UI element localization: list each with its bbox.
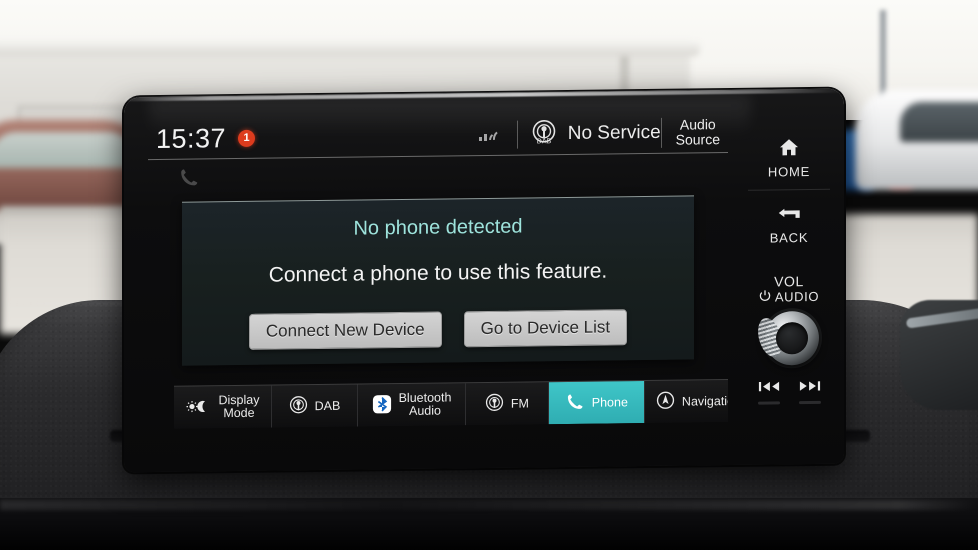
nav-display-mode-label: Display Mode bbox=[218, 392, 260, 421]
home-button[interactable]: HOME bbox=[748, 136, 830, 191]
back-button[interactable]: BACK bbox=[748, 205, 830, 256]
svg-text:DAB: DAB bbox=[537, 138, 552, 145]
physical-button-panel: HOME BACK VOL AUDIO bbox=[748, 105, 830, 450]
dialog-subtitle: Connect a phone to use this feature. bbox=[268, 259, 608, 287]
home-icon bbox=[778, 139, 800, 161]
clock: 15:37 bbox=[156, 122, 227, 154]
building-roof bbox=[0, 40, 700, 56]
track-skip-buttons bbox=[748, 379, 830, 397]
home-button-label: HOME bbox=[767, 164, 811, 180]
bottom-source-bar: Display Mode DAB Bluetooth Audio FM Phon… bbox=[174, 378, 728, 429]
dab-radio-icon: DAB bbox=[532, 119, 556, 150]
dialog-title: No phone detected bbox=[353, 215, 523, 240]
nav-phone[interactable]: Phone bbox=[548, 381, 645, 425]
dialog-actions: Connect New Device Go to Device List bbox=[182, 308, 694, 350]
white-car-windows bbox=[900, 102, 978, 142]
radio-broadcast-icon bbox=[485, 393, 504, 415]
audio-source-label-line2: Source bbox=[675, 131, 720, 148]
connect-new-device-button[interactable]: Connect New Device bbox=[248, 311, 442, 350]
previous-track-button[interactable] bbox=[758, 379, 780, 396]
nav-phone-label: Phone bbox=[591, 394, 628, 410]
nav-navigation-label: Navigation bbox=[681, 393, 728, 409]
no-phone-dialog: No phone detected Connect a phone to use… bbox=[182, 195, 694, 366]
navigation-compass-icon bbox=[656, 391, 675, 413]
volume-label: VOL bbox=[774, 273, 804, 290]
button-slots bbox=[748, 400, 830, 405]
red-car-windows bbox=[0, 132, 140, 168]
photo-of-car-infotainment-screen: 15:37 1 DAB No Service Audio Source No p… bbox=[0, 0, 978, 550]
audio-label: AUDIO bbox=[774, 288, 820, 305]
display-screen: 15:37 1 DAB No Service Audio Source No p… bbox=[148, 102, 728, 429]
service-status-text: No Service bbox=[567, 121, 661, 144]
nav-fm[interactable]: FM bbox=[466, 382, 549, 426]
phone-handset-icon bbox=[565, 391, 585, 414]
nav-navigation[interactable]: Navigation bbox=[645, 380, 728, 423]
knob-center bbox=[776, 322, 808, 355]
infotainment-head-unit: 15:37 1 DAB No Service Audio Source No p… bbox=[124, 88, 844, 473]
volume-knob[interactable] bbox=[753, 310, 819, 366]
nav-fm-label: FM bbox=[510, 395, 529, 411]
nav-bluetooth-audio-label: Bluetooth Audio bbox=[398, 390, 452, 418]
volume-audio-label-group: VOL AUDIO bbox=[748, 273, 830, 305]
radio-broadcast-icon bbox=[289, 395, 308, 417]
audio-source-button[interactable]: Audio Source bbox=[660, 116, 728, 148]
nav-display-mode[interactable]: Display Mode bbox=[174, 385, 272, 429]
nav-dab-label: DAB bbox=[314, 398, 341, 413]
notification-badge: 1 bbox=[238, 129, 256, 147]
phone-handset-icon bbox=[178, 166, 200, 193]
trim-reflection bbox=[0, 500, 978, 510]
power-icon bbox=[759, 289, 771, 304]
bluetooth-icon bbox=[372, 394, 392, 417]
back-button-label: BACK bbox=[769, 230, 809, 246]
brightness-day-night-icon bbox=[185, 399, 211, 416]
back-arrow-icon bbox=[776, 208, 802, 227]
nav-bluetooth-audio[interactable]: Bluetooth Audio bbox=[357, 383, 467, 427]
go-to-device-list-button[interactable]: Go to Device List bbox=[463, 309, 628, 348]
nav-dab[interactable]: DAB bbox=[271, 384, 358, 428]
next-track-button[interactable] bbox=[799, 379, 821, 396]
cellular-signal-icon bbox=[478, 128, 499, 142]
status-bar: 15:37 1 DAB No Service Audio Source bbox=[148, 112, 728, 161]
